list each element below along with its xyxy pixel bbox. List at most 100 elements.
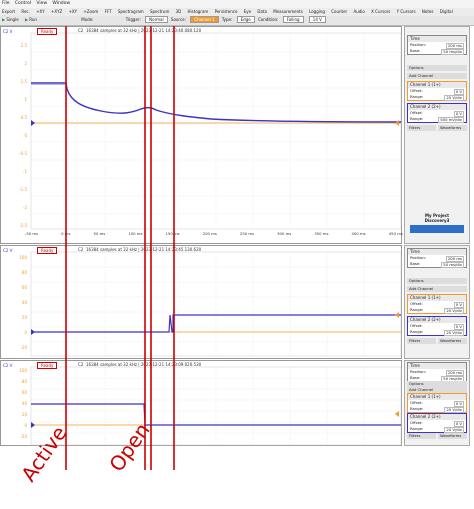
histogram-button[interactable]: Histogram — [188, 9, 209, 14]
y-tick: 1 — [24, 97, 27, 102]
base-input-2[interactable]: 50 ms/div — [441, 261, 464, 268]
menu-control[interactable]: Control — [15, 1, 31, 6]
acq-info-2: 16384 samples at 32 kHz | 2023-12-21 14:… — [86, 247, 202, 252]
menu-window[interactable]: Window — [52, 1, 70, 6]
x-tick: -50 ms — [25, 231, 39, 236]
x-tick-labels-1: -50 ms 0 ms 50 ms 100 ms 150 ms 200 ms 2… — [25, 231, 403, 236]
x-tick: 300 ms — [277, 231, 292, 236]
add-xy-button[interactable]: +XY — [36, 9, 45, 14]
counter-button[interactable]: Counter — [331, 9, 347, 14]
channel-1-settings-2: Channel 1 (1+) Offset: 0 V Range: 20 V/div — [407, 294, 467, 314]
level-input[interactable]: 14 V — [308, 16, 326, 23]
add-channel-button-2[interactable]: Add Channel — [407, 286, 467, 292]
3d-button[interactable]: 3D — [176, 9, 182, 14]
x-tick: 400 ms — [351, 231, 366, 236]
filters-button-1[interactable]: Filters — [407, 125, 436, 131]
scope-plot-1-graph[interactable] — [1, 27, 403, 245]
y-tick: 0 — [24, 133, 27, 138]
y-tick: 2.5 — [20, 43, 27, 48]
ch2-range-input-1[interactable]: 500 mV/div — [438, 116, 464, 123]
y-tick: 100 — [19, 255, 27, 260]
zoom-button[interactable]: +Zoom — [83, 9, 98, 14]
options-button-2[interactable]: Options — [407, 278, 467, 284]
y-cursors-button[interactable]: Y Cursors — [397, 9, 416, 14]
fft-button[interactable]: FFT — [105, 9, 112, 14]
x-cursors-button[interactable]: X Cursors — [371, 9, 390, 14]
y-tick: 1.5 — [20, 79, 27, 84]
waveforms-button-2[interactable]: Waveforms — [438, 338, 467, 344]
filters-button-3[interactable]: Filters — [407, 433, 436, 439]
single-label: Single — [6, 17, 19, 22]
ch1-range-input-1[interactable]: 20 V/div — [444, 94, 464, 101]
options-button-1[interactable]: Options — [407, 65, 467, 71]
base-input-1[interactable]: 50 ms/div — [441, 48, 464, 55]
spectrum-button[interactable]: Spectrum — [150, 9, 169, 14]
channel-2-settings-1: Channel 2 (2+) Offset: 0 V Range: 500 mV/d… — [407, 103, 467, 123]
x-tick: 100 ms — [128, 231, 143, 236]
eye-button[interactable]: Eye — [244, 9, 251, 14]
digital-button[interactable]: Digital — [440, 9, 453, 14]
single-button[interactable]: ▶ Single — [2, 17, 19, 22]
source-select[interactable]: Channel 1 — [190, 16, 219, 23]
time-settings-3: Time Position: 200 ms Base: 50 ms/div — [407, 362, 467, 382]
time-settings-1: Time Position: 200 ms Base: 50 ms/div — [407, 35, 467, 55]
ch2-range-input-3[interactable]: 20 V/div — [444, 426, 464, 433]
y-tick-labels-3: 100 80 60 40 20 0 -20 — [7, 365, 27, 442]
ch2-range-input-2[interactable]: 20 V/div — [444, 329, 464, 336]
run-button[interactable]: ▶ Run — [25, 17, 37, 22]
menu-bar: File Control View Window — [0, 0, 474, 8]
settings-sidebar-3: Time Position: 200 ms Base: 50 ms/div Opti… — [404, 360, 470, 446]
export-button[interactable]: Export — [2, 9, 15, 14]
audio-button[interactable]: Audio — [353, 9, 364, 14]
channel-tag-1: C2 — [78, 28, 84, 33]
run-icon: ▶ — [24, 17, 29, 22]
acq-info-3: 16384 samples at 32 kHz | 2023-12-21 14:… — [86, 362, 202, 367]
add-xy2-button[interactable]: +XY — [69, 9, 78, 14]
y-tick: -0.5 — [19, 151, 27, 156]
x-tick: 350 ms — [314, 231, 329, 236]
data-button[interactable]: Data — [257, 9, 267, 14]
spectrogram-button[interactable]: Spectrogram — [118, 9, 144, 14]
trigger-select[interactable]: Normal — [145, 16, 168, 23]
y-tick: -2.5 — [19, 223, 27, 228]
notes-button[interactable]: Notes — [422, 9, 434, 14]
device-status-bar[interactable] — [410, 225, 464, 233]
y-tick: 100 — [19, 368, 27, 373]
y-tick: -1.5 — [19, 187, 27, 192]
y-tick: 80 — [21, 379, 27, 384]
channel-1-settings-1: Channel 1 (1+) Offset: 0 V Range: 20 V/div — [407, 81, 467, 101]
condition-select[interactable]: Falling — [282, 16, 304, 23]
trigger-label: Trigger: — [125, 17, 141, 22]
settings-sidebar-2: Time Position: 200 ms Base: 50 ms/div Opti… — [404, 245, 470, 359]
waveforms-button-1[interactable]: Waveforms — [438, 125, 467, 131]
menu-file[interactable]: File — [2, 1, 10, 6]
ch1-range-input-3[interactable]: 20 V/div — [444, 406, 464, 413]
status-ready-1: Ready — [37, 28, 58, 35]
y-tick: 2 — [24, 61, 27, 66]
add-xyz-button[interactable]: +XYZ — [51, 9, 62, 14]
y-tick: 80 — [21, 270, 27, 275]
rec-button[interactable]: Rec. — [21, 9, 30, 14]
ch1-range-input-2[interactable]: 20 V/div — [444, 307, 464, 314]
ch2-range-label-3: Range: — [410, 426, 424, 431]
add-channel-button-1[interactable]: Add Channel — [407, 73, 467, 79]
acquisition-toolbar: ▶ Single ▶ Run Mode: Trigger: Normal Sou… — [0, 16, 474, 26]
y-axis-title-1: C2 V — [3, 29, 13, 34]
time-settings-2: Time Position: 200 ms Base: 50 ms/div — [407, 248, 467, 268]
mode-label: Mode: — [81, 17, 94, 22]
logging-button[interactable]: Logging — [309, 9, 325, 14]
type-select[interactable]: Edge — [236, 16, 255, 23]
menu-view[interactable]: View — [36, 1, 47, 6]
scope-plot-2-graph[interactable] — [1, 246, 403, 360]
y-tick: 0 — [24, 423, 27, 428]
settings-sidebar-1: Time Position: 200 ms Base: 50 ms/div Opti… — [404, 26, 470, 244]
y-tick: 20 — [21, 315, 27, 320]
persistence-button[interactable]: Persistence — [215, 9, 238, 14]
waveforms-button-3[interactable]: Waveforms — [438, 433, 467, 439]
measurements-button[interactable]: Measurements — [273, 9, 303, 14]
scope-plot-1: Ready C2 16384 samples at 32 kHz | 2023-… — [0, 26, 403, 245]
y-tick: -20 — [20, 345, 27, 350]
filters-button-2[interactable]: Filters — [407, 338, 436, 344]
channel-tag-2: C2 — [78, 247, 84, 252]
x-tick: 450 ms — [388, 231, 403, 236]
